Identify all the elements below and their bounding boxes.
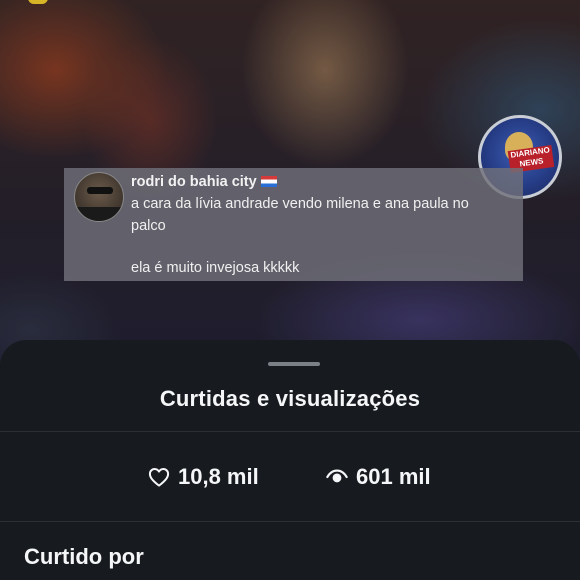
- comment-username: rodri do bahia city: [131, 174, 277, 190]
- divider-top: [0, 431, 580, 432]
- divider-bottom: [0, 521, 580, 522]
- comment-overlay: rodri do bahia city a cara da lívia andr…: [64, 168, 523, 281]
- sheet-drag-handle[interactable]: [268, 362, 320, 366]
- heart-icon: [148, 467, 170, 487]
- comment-avatar: [74, 172, 124, 222]
- avatar-shirt: [75, 207, 123, 221]
- video-background: DIARIANO NEWS rodri do bahia city a cara…: [0, 0, 580, 380]
- views-count: 601 mil: [356, 464, 431, 489]
- likes-stat[interactable]: 10,8 mil: [148, 462, 259, 492]
- views-stat[interactable]: 601 mil: [326, 462, 431, 492]
- sheet-title: Curtidas e visualizações: [159, 386, 421, 411]
- comment-username-text: rodri do bahia city: [131, 174, 257, 190]
- eye-icon: [326, 469, 348, 485]
- comment-text-line-3: ela é muito invejosa kkkkk: [131, 260, 300, 276]
- liked-by-heading: Curtido por: [24, 544, 144, 569]
- flag-icon: [260, 176, 277, 187]
- likes-views-sheet: Curtidas e visualizações 10,8 mil 601 mi…: [0, 340, 580, 580]
- likes-count: 10,8 mil: [178, 464, 259, 489]
- comment-text-line-1: a cara da lívia andrade vendo milena e a…: [131, 196, 469, 212]
- avatar-glasses: [87, 187, 113, 194]
- comment-text-line-2: palco: [131, 218, 166, 234]
